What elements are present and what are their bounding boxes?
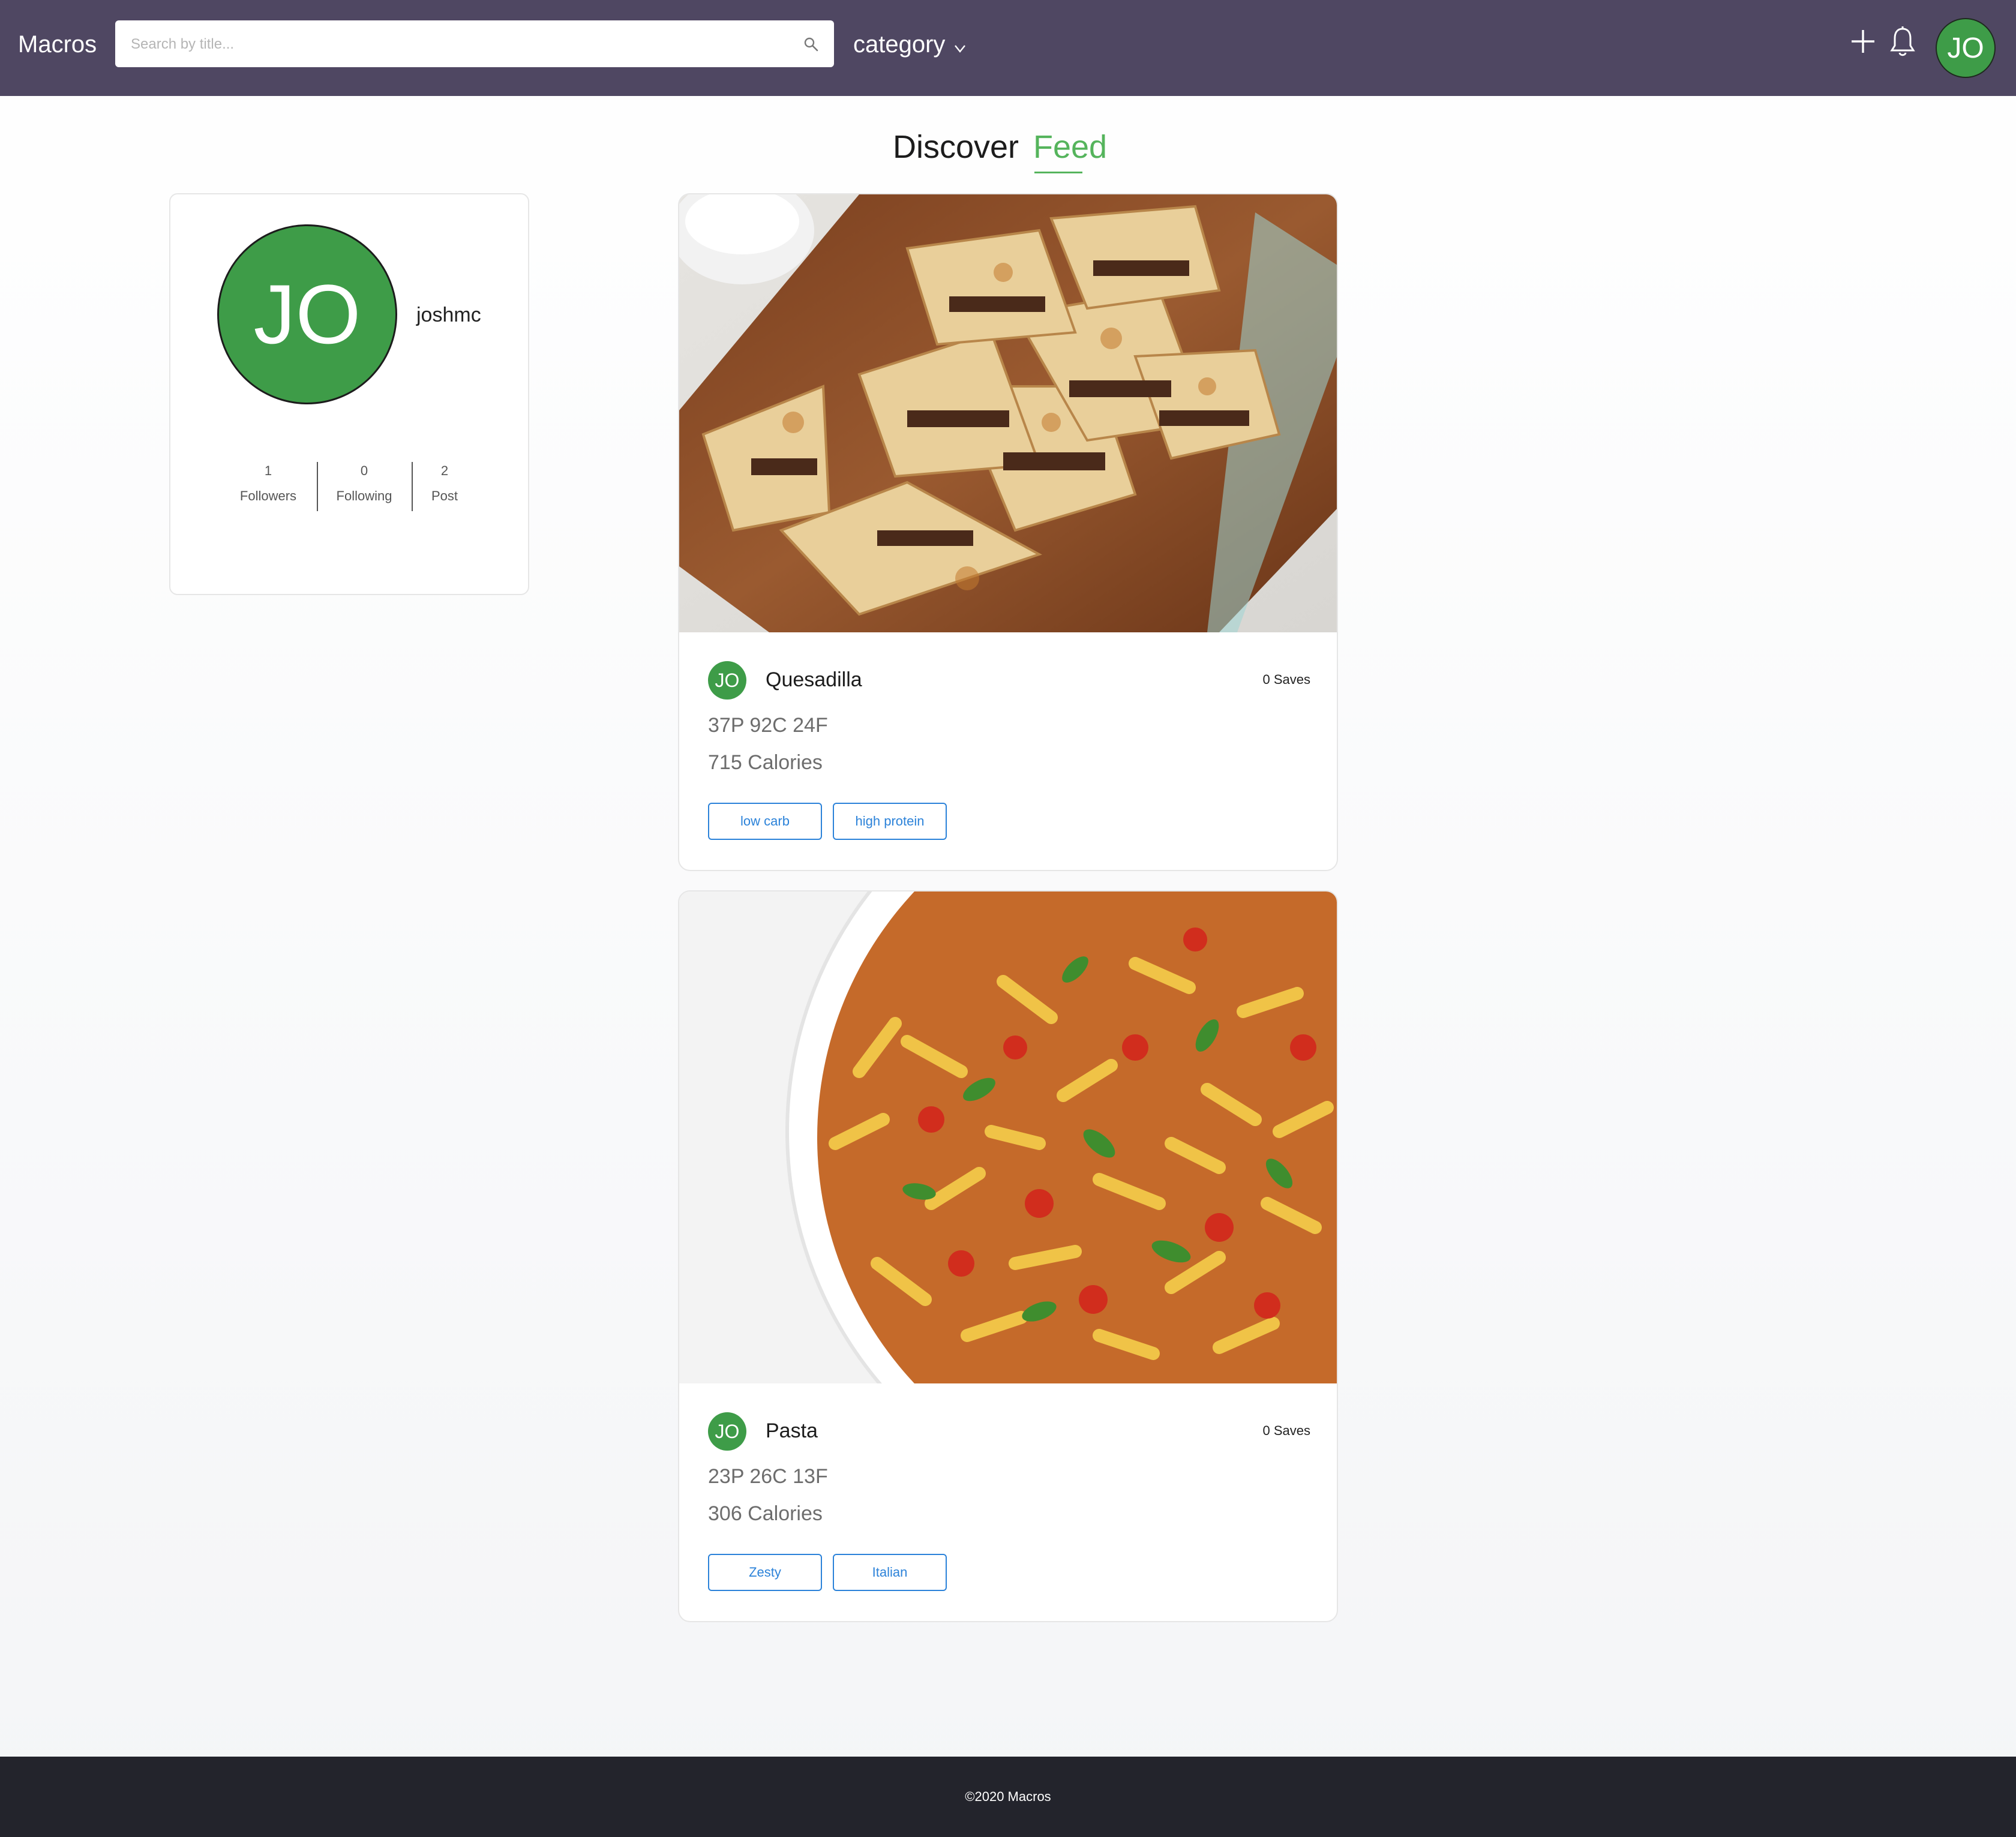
tab-discover[interactable]: Discover: [893, 126, 1019, 168]
bell-icon[interactable]: [1889, 25, 1916, 58]
brand-logo[interactable]: Macros: [18, 28, 97, 61]
profile-avatar: JO: [217, 224, 397, 404]
author-avatar[interactable]: JO: [708, 1412, 746, 1451]
stat-followers[interactable]: 1 Followers: [223, 462, 313, 505]
add-recipe-icon[interactable]: [1849, 28, 1877, 55]
tab-feed[interactable]: Feed: [1033, 126, 1107, 168]
quesadilla-photo[interactable]: [679, 194, 1338, 632]
pasta-photo[interactable]: [679, 892, 1338, 1383]
recipe-macros: 37P 92C 24F: [708, 714, 828, 737]
chevron-down-icon: [955, 45, 966, 53]
following-count: 0: [360, 463, 368, 478]
stat-posts[interactable]: 2 Post: [400, 462, 490, 505]
tag-zesty[interactable]: Zesty: [708, 1554, 822, 1591]
tag-low-carb[interactable]: low carb: [708, 803, 822, 840]
search-input[interactable]: [130, 20, 792, 68]
recipe-calories: 715 Calories: [708, 751, 823, 774]
user-avatar[interactable]: JO: [1936, 18, 1996, 78]
top-nav-bar: Macros category JO: [0, 0, 2016, 96]
posts-count: 2: [440, 463, 449, 478]
author-avatar[interactable]: JO: [708, 661, 746, 700]
stat-following[interactable]: 0 Following: [319, 462, 409, 505]
recipe-title[interactable]: Quesadilla: [766, 666, 862, 694]
saves-count: 0 Saves: [1262, 672, 1311, 687]
profile-card: JO joshmc 1 Followers 0 Following 2 Post: [169, 193, 529, 595]
search-icon[interactable]: [803, 36, 820, 53]
profile-username: joshmc: [416, 304, 481, 326]
recipe-card[interactable]: JO Quesadilla 0 Saves 37P 92C 24F 715 Ca…: [678, 193, 1338, 871]
followers-label: Followers: [239, 488, 297, 503]
saves-count: 0 Saves: [1262, 1423, 1311, 1438]
recipe-macros: 23P 26C 13F: [708, 1465, 828, 1488]
followers-count: 1: [264, 463, 272, 478]
following-label: Following: [336, 488, 392, 503]
active-tab-indicator: [1034, 172, 1082, 173]
category-dropdown[interactable]: category: [853, 28, 968, 61]
posts-label: Post: [431, 488, 458, 503]
recipe-card[interactable]: JO Pasta 0 Saves 23P 26C 13F 306 Calorie…: [678, 890, 1338, 1622]
search-box[interactable]: [115, 20, 834, 68]
tag-high-protein[interactable]: high protein: [833, 803, 947, 840]
stat-divider: [317, 462, 318, 511]
category-label: category: [853, 31, 946, 58]
copyright-text: ©2020 Macros: [965, 1789, 1051, 1804]
recipe-calories: 306 Calories: [708, 1502, 823, 1525]
tag-italian[interactable]: Italian: [833, 1554, 947, 1591]
footer: ©2020 Macros: [0, 1757, 2016, 1837]
recipe-title[interactable]: Pasta: [766, 1417, 818, 1445]
